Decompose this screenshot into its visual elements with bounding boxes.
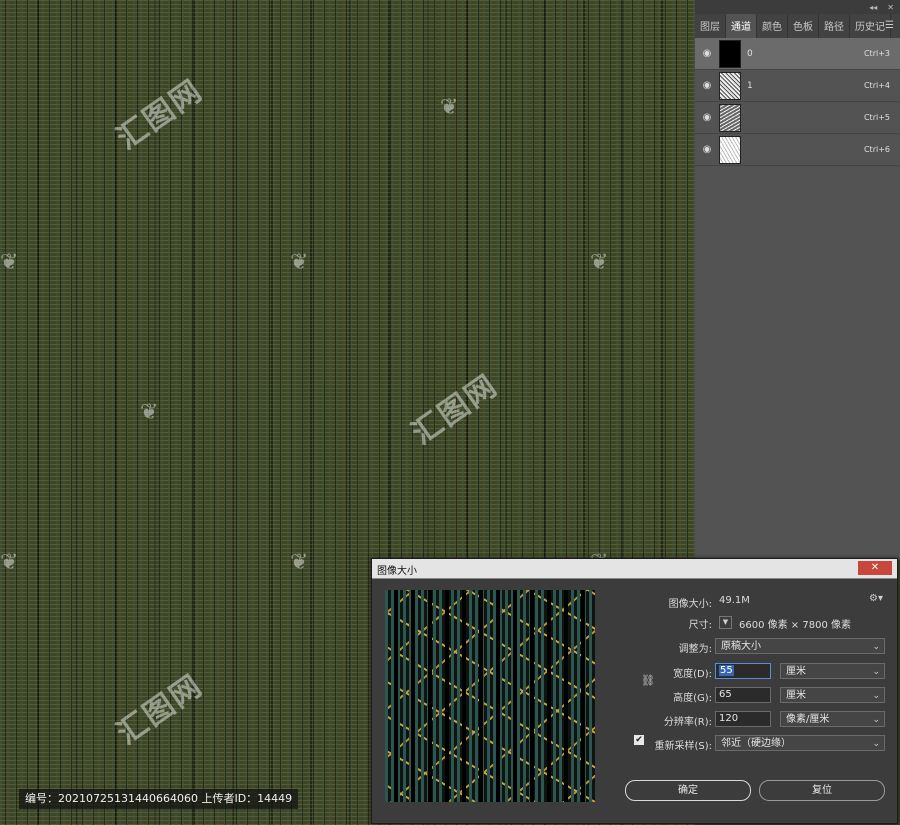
channel-thumbnail — [719, 71, 741, 100]
width-unit: 厘米 — [786, 666, 806, 677]
eye-icon[interactable]: ◉ — [698, 112, 716, 123]
height-unit: 厘米 — [786, 690, 806, 701]
resample-select[interactable]: 邻近（硬边缘） ⌄ — [715, 735, 885, 751]
collapse-icon[interactable]: ◂◂ — [869, 3, 877, 12]
resolution-label: 分辨率(R): — [663, 717, 712, 728]
chevron-down-icon: ⌄ — [872, 642, 880, 652]
height-label: 高度(G): — [673, 693, 712, 704]
image-size-label: 图像大小: — [668, 599, 712, 610]
tab-layers[interactable]: 图层 — [695, 14, 726, 38]
watermark-logo: 汇图网 — [110, 668, 210, 752]
image-size-dialog: 图像大小 ✕ 图像大小: 49.1M ⚙▾ 尺寸: ▼ 6600 像素 × 78… — [371, 558, 898, 824]
panel-header-bar: ◂◂ ✕ — [695, 0, 900, 14]
channel-row[interactable]: ◉ 0 Ctrl+3 — [695, 38, 900, 70]
dimensions-label: 尺寸: — [688, 620, 712, 631]
watermark-logo: 汇图网 — [110, 73, 210, 157]
channel-shortcut: Ctrl+3 — [863, 49, 890, 58]
tab-color[interactable]: 颜色 — [757, 14, 788, 38]
fit-to-value: 原稿大小 — [721, 641, 761, 652]
chevron-down-icon: ⌄ — [872, 715, 880, 725]
resolution-input[interactable]: 120 — [715, 711, 771, 727]
watermark-mark-icon: ❦ — [290, 250, 309, 275]
watermark-logo: 汇图网 — [405, 368, 505, 452]
channel-thumbnail — [719, 135, 741, 164]
channel-row[interactable]: ◉ Ctrl+6 — [695, 134, 900, 166]
watermark-mark-icon: ❦ — [290, 550, 309, 575]
channels-panel: ◂◂ ✕ 图层 通道 颜色 色板 路径 历史记 ☰ ◉ 0 Ctrl+3 ◉ 1… — [695, 0, 900, 560]
width-value: 55 — [719, 665, 734, 676]
resample-label: 重新采样(S): — [654, 741, 712, 752]
channel-row[interactable]: ◉ 1 Ctrl+4 — [695, 70, 900, 102]
watermark-mark-icon: ❦ — [440, 95, 459, 120]
resolution-unit-select[interactable]: 像素/厘米 ⌄ — [780, 711, 885, 727]
height-value: 65 — [719, 689, 732, 700]
watermark-mark-icon: ❦ — [140, 400, 159, 425]
channel-row[interactable]: ◉ Ctrl+5 — [695, 102, 900, 134]
channel-thumbnail — [719, 103, 741, 132]
watermark-mark-icon: ❦ — [0, 550, 19, 575]
channel-shortcut: Ctrl+4 — [863, 81, 890, 90]
tab-swatches[interactable]: 色板 — [788, 14, 819, 38]
channel-thumbnail — [719, 39, 741, 68]
channel-shortcut: Ctrl+6 — [863, 145, 890, 154]
image-preview[interactable] — [385, 590, 595, 802]
resolution-unit: 像素/厘米 — [786, 714, 830, 725]
watermark-mark-icon: ❦ — [0, 250, 19, 275]
channel-name: 1 — [747, 80, 753, 91]
width-unit-select[interactable]: 厘米 ⌄ — [780, 663, 885, 679]
eye-icon[interactable]: ◉ — [698, 144, 716, 155]
height-input[interactable]: 65 — [715, 687, 771, 703]
reset-button[interactable]: 复位 — [759, 780, 885, 801]
chevron-down-icon: ⌄ — [872, 667, 880, 677]
image-size-value: 49.1M — [719, 595, 750, 606]
resample-value: 邻近（硬边缘） — [721, 738, 791, 749]
chevron-down-icon[interactable]: ▼ — [719, 616, 732, 629]
channel-shortcut: Ctrl+5 — [863, 113, 890, 122]
dimensions-value: 6600 像素 × 7800 像素 — [739, 620, 851, 631]
tab-paths[interactable]: 路径 — [819, 14, 850, 38]
panel-tabs: 图层 通道 颜色 色板 路径 历史记 ☰ — [695, 14, 900, 38]
width-label: 宽度(D): — [673, 669, 712, 680]
eye-icon[interactable]: ◉ — [698, 80, 716, 91]
watermark-mark-icon: ❦ — [590, 250, 609, 275]
dialog-title: 图像大小 — [377, 566, 417, 577]
channel-name: 0 — [747, 48, 753, 59]
gear-icon[interactable]: ⚙▾ — [869, 593, 883, 604]
fit-to-select[interactable]: 原稿大小 ⌄ — [715, 638, 885, 654]
resolution-value: 120 — [719, 713, 739, 724]
eye-icon[interactable]: ◉ — [698, 48, 716, 59]
ok-button[interactable]: 确定 — [625, 780, 751, 801]
chevron-down-icon: ⌄ — [872, 739, 880, 749]
dialog-title-bar[interactable]: 图像大小 ✕ — [372, 559, 897, 579]
close-button[interactable]: ✕ — [858, 561, 892, 575]
close-icon[interactable]: ✕ — [887, 3, 894, 12]
fit-to-label: 调整为: — [678, 644, 712, 655]
width-input[interactable]: 55 — [715, 663, 771, 679]
resample-checkbox[interactable]: ✔ — [634, 735, 644, 745]
tab-channels[interactable]: 通道 — [726, 14, 757, 38]
chevron-down-icon: ⌄ — [872, 691, 880, 701]
panel-menu-icon[interactable]: ☰ — [885, 20, 894, 31]
image-id-caption: 编号：20210725131440664060 上传者ID：14449 — [19, 789, 299, 809]
height-unit-select[interactable]: 厘米 ⌄ — [780, 687, 885, 703]
